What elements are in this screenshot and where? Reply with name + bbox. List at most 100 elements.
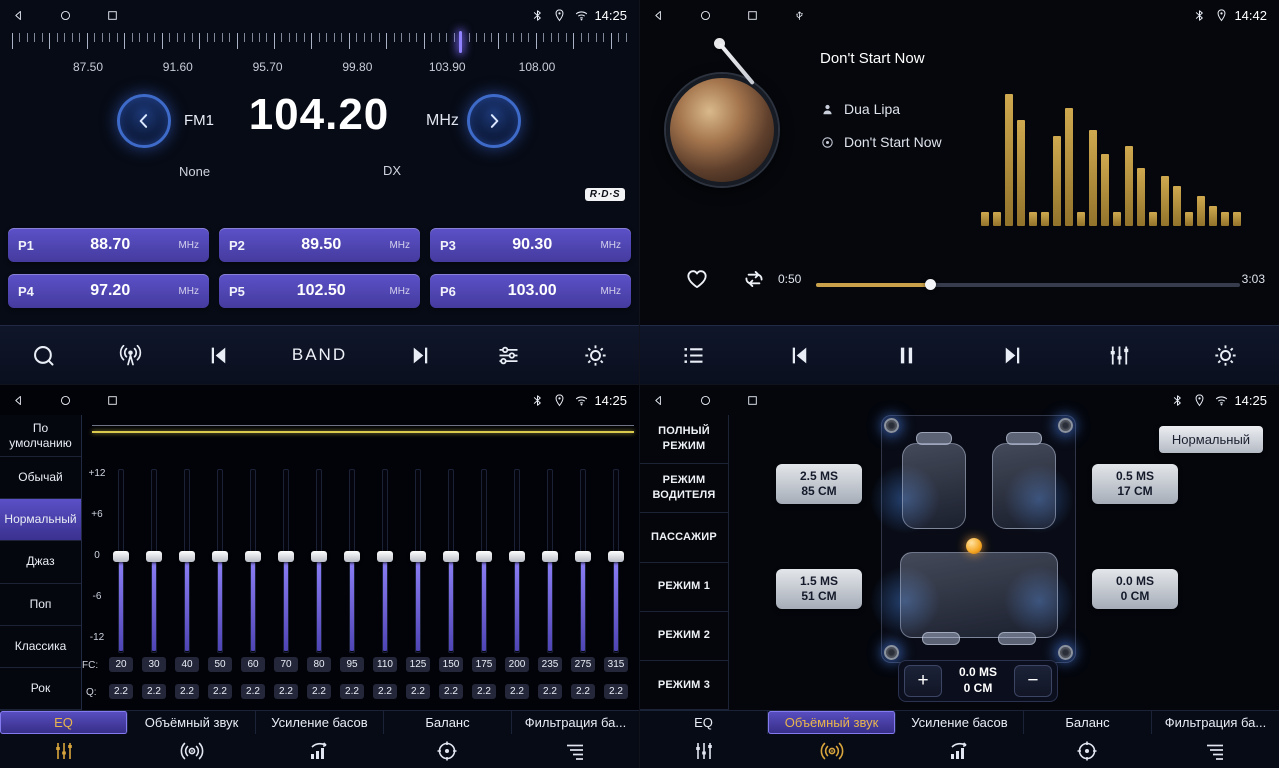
slider-handle[interactable]	[377, 551, 393, 562]
eq-band-slider[interactable]	[316, 469, 322, 653]
surround-icon[interactable]	[128, 739, 256, 763]
sound-mode-item[interactable]: РЕЖИМ 1	[640, 563, 728, 612]
sound-mode-item[interactable]: РЕЖИМ 3	[640, 661, 728, 710]
slider-handle[interactable]	[113, 551, 129, 562]
preset-button[interactable]: P5102.50MHz	[219, 274, 420, 308]
slider-handle[interactable]	[575, 551, 591, 562]
back-icon[interactable]	[12, 394, 25, 407]
tune-down-button[interactable]	[117, 94, 171, 148]
eq-band-slider[interactable]	[481, 469, 487, 653]
slider-handle[interactable]	[278, 551, 294, 562]
eq-icon[interactable]	[0, 739, 128, 763]
back-icon[interactable]	[652, 9, 665, 22]
increase-button[interactable]: +	[904, 665, 942, 697]
eq-icon[interactable]	[640, 739, 768, 763]
sound-mode-item[interactable]: ПАССАЖИР	[640, 513, 728, 562]
eq-band-slider[interactable]	[448, 469, 454, 653]
next-icon[interactable]	[407, 342, 434, 369]
listening-position-marker[interactable]	[966, 538, 982, 554]
sound-preset-button[interactable]: Нормальный	[1159, 426, 1263, 453]
filter-icon[interactable]	[1151, 739, 1279, 763]
usb-icon[interactable]	[793, 9, 806, 22]
sound-mode-item[interactable]: РЕЖИМ ВОДИТЕЛЯ	[640, 464, 728, 513]
home-icon[interactable]	[699, 394, 712, 407]
prev-icon[interactable]	[205, 342, 232, 369]
slider-handle[interactable]	[410, 551, 426, 562]
home-icon[interactable]	[59, 9, 72, 22]
eq-band-slider[interactable]	[184, 469, 190, 653]
repeat-button[interactable]	[741, 266, 767, 292]
sound-mode-item[interactable]: РЕЖИМ 2	[640, 612, 728, 661]
tab-item[interactable]: Усиление басов	[256, 711, 384, 734]
back-icon[interactable]	[12, 9, 25, 22]
home-icon[interactable]	[699, 9, 712, 22]
bass-icon[interactable]	[256, 739, 384, 763]
gear-icon[interactable]	[582, 342, 609, 369]
slider-handle[interactable]	[443, 551, 459, 562]
preset-button[interactable]: P188.70MHz	[8, 228, 209, 262]
slider-handle[interactable]	[311, 551, 327, 562]
sliders-icon[interactable]	[495, 342, 522, 369]
tab-item[interactable]: Фильтрация ба...	[512, 711, 639, 734]
balance-icon[interactable]	[1023, 739, 1151, 763]
car-cabin-diagram[interactable]	[881, 415, 1076, 663]
favorite-button[interactable]	[684, 266, 710, 292]
faders-icon[interactable]	[1106, 342, 1133, 369]
slider-handle[interactable]	[608, 551, 624, 562]
preset-button[interactable]: P6103.00MHz	[430, 274, 631, 308]
slider-handle[interactable]	[476, 551, 492, 562]
slider-handle[interactable]	[179, 551, 195, 562]
eq-band-slider[interactable]	[118, 469, 124, 653]
delay-rear-right[interactable]: 0.0 MS 0 CM	[1092, 569, 1178, 609]
eq-band-slider[interactable]	[283, 469, 289, 653]
slider-handle[interactable]	[542, 551, 558, 562]
tab-item[interactable]: Баланс	[1024, 711, 1152, 734]
tab-item[interactable]: EQ	[640, 711, 768, 734]
balance-icon[interactable]	[383, 739, 511, 763]
filter-icon[interactable]	[511, 739, 639, 763]
eq-band-slider[interactable]	[415, 469, 421, 653]
prev-icon[interactable]	[786, 342, 813, 369]
recents-icon[interactable]	[106, 394, 119, 407]
sound-mode-item[interactable]: ПОЛНЫЙ РЕЖИМ	[640, 415, 728, 464]
band-button[interactable]: BAND	[292, 345, 347, 365]
tab-item[interactable]: Объёмный звук	[128, 711, 256, 734]
tab-item[interactable]: Фильтрация ба...	[1152, 711, 1279, 734]
slider-handle[interactable]	[146, 551, 162, 562]
frequency-ruler[interactable]	[12, 33, 627, 51]
list-icon[interactable]	[680, 342, 707, 369]
home-icon[interactable]	[59, 394, 72, 407]
pause-icon[interactable]	[893, 342, 920, 369]
decrease-button[interactable]: −	[1014, 665, 1052, 697]
broadcast-icon[interactable]	[117, 342, 144, 369]
eq-band-slider[interactable]	[349, 469, 355, 653]
tune-up-button[interactable]	[467, 94, 521, 148]
progress-bar[interactable]	[816, 283, 1240, 287]
eq-band-slider[interactable]	[151, 469, 157, 653]
slider-handle[interactable]	[245, 551, 261, 562]
eq-band-slider[interactable]	[547, 469, 553, 653]
delay-front-right[interactable]: 0.5 MS 17 CM	[1092, 464, 1178, 504]
eq-band-slider[interactable]	[514, 469, 520, 653]
tab-item[interactable]: Усиление басов	[896, 711, 1024, 734]
delay-rear-left[interactable]: 1.5 MS 51 CM	[776, 569, 862, 609]
preset-button[interactable]: P390.30MHz	[430, 228, 631, 262]
next-icon[interactable]	[999, 342, 1026, 369]
eq-band-slider[interactable]	[382, 469, 388, 653]
back-icon[interactable]	[652, 394, 665, 407]
recents-icon[interactable]	[746, 9, 759, 22]
surround-icon[interactable]	[768, 739, 896, 763]
slider-handle[interactable]	[344, 551, 360, 562]
recents-icon[interactable]	[746, 394, 759, 407]
progress-knob[interactable]	[925, 279, 936, 290]
gear-icon[interactable]	[1212, 342, 1239, 369]
slider-handle[interactable]	[212, 551, 228, 562]
eq-band-slider[interactable]	[580, 469, 586, 653]
preset-button[interactable]: P289.50MHz	[219, 228, 420, 262]
recents-icon[interactable]	[106, 9, 119, 22]
delay-front-left[interactable]: 2.5 MS 85 CM	[776, 464, 862, 504]
bass-icon[interactable]	[896, 739, 1024, 763]
eq-band-slider[interactable]	[250, 469, 256, 653]
scan-icon[interactable]	[30, 342, 57, 369]
eq-band-slider[interactable]	[613, 469, 619, 653]
